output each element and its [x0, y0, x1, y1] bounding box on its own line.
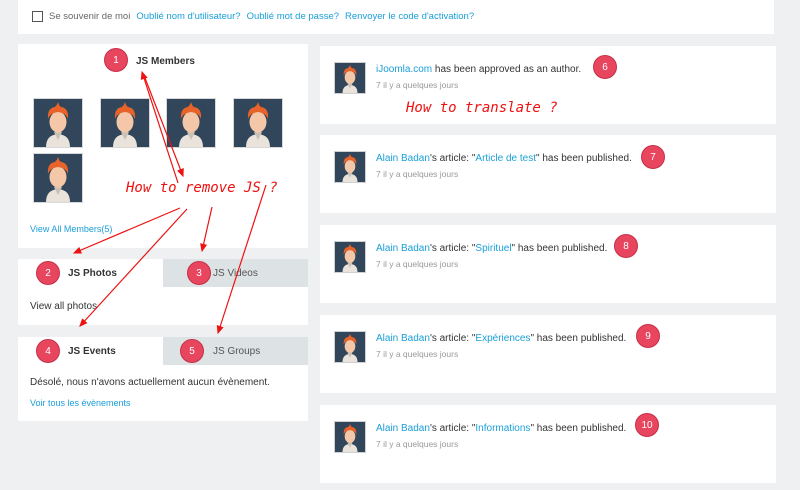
forgot-username-link[interactable]: Oublié nom d'utilisateur?: [136, 11, 240, 22]
activity-text-post: " has been published.: [511, 243, 608, 254]
actor-link[interactable]: Alain Badan: [376, 153, 430, 164]
events-panel: Désolé, nous n'avons actuellement aucun …: [18, 365, 308, 421]
actor-link[interactable]: iJoomla.com: [376, 64, 432, 75]
activity-time: 7 il y a quelques jours: [376, 349, 459, 359]
annotation-badge: 3: [187, 261, 211, 285]
actor-link[interactable]: Alain Badan: [376, 243, 430, 254]
events-tabs: JS Events JS Groups: [18, 337, 308, 365]
member-avatar-icon[interactable]: [33, 153, 83, 203]
activity-text: has been approved as an author.: [432, 64, 582, 75]
translate-annotation: How to translate ?: [406, 100, 558, 116]
actor-link[interactable]: Alain Badan: [376, 423, 430, 434]
view-all-members-link[interactable]: View All Members(5): [30, 224, 112, 234]
activity-message: iJoomla.com has been approved as an auth…: [376, 64, 581, 75]
view-all-events-link[interactable]: Voir tous les évènements: [30, 398, 131, 408]
article-link[interactable]: Article de test: [475, 153, 536, 164]
activity-message: Alain Badan's article: "Article de test"…: [376, 153, 632, 164]
annotation-badge: 4: [36, 339, 60, 363]
actor-avatar-icon[interactable]: [334, 331, 366, 363]
activity-message: Alain Badan's article: "Informations" ha…: [376, 423, 626, 434]
activity-time: 7 il y a quelques jours: [376, 439, 459, 449]
members-title: JS Members: [136, 56, 195, 67]
article-link[interactable]: Expériences: [475, 333, 530, 344]
annotation-badge: 1: [104, 48, 128, 72]
photos-panel: View all photos: [18, 287, 308, 325]
actor-link[interactable]: Alain Badan: [376, 333, 430, 344]
activity-time: 7 il y a quelques jours: [376, 169, 459, 179]
activity-text-post: " has been published.: [536, 153, 632, 164]
tab-js-photos-label: JS Photos: [68, 267, 117, 279]
actor-avatar-icon[interactable]: [334, 241, 366, 273]
activity-card: Alain Badan's article: "Expériences" has…: [320, 315, 776, 393]
members-panel: JS Members View All Members(5): [18, 44, 308, 248]
actor-avatar-icon[interactable]: [334, 421, 366, 453]
activity-text-pre: 's article: ": [429, 243, 476, 254]
member-avatar-icon[interactable]: [100, 98, 150, 148]
annotation-badge: 10: [635, 413, 659, 437]
remember-row: Se souvenir de moi Oublié nom d'utilisat…: [32, 11, 474, 22]
activity-card: Alain Badan's article: "Spirituel" has b…: [320, 225, 776, 303]
forgot-password-link[interactable]: Oublié mot de passe?: [247, 11, 339, 22]
activity-text-pre: 's article: ": [429, 153, 476, 164]
activity-message: Alain Badan's article: "Spirituel" has b…: [376, 243, 607, 254]
member-avatar-icon[interactable]: [166, 98, 216, 148]
photos-tabs: JS Photos JS Videos: [18, 259, 308, 287]
annotation-badge: 6: [593, 55, 617, 79]
activity-text-post: " has been published.: [530, 423, 627, 434]
activity-text-pre: 's article: ": [429, 333, 476, 344]
annotation-badge: 8: [614, 234, 638, 258]
article-link[interactable]: Informations: [475, 423, 530, 434]
resend-activation-link[interactable]: Renvoyer le code d'activation?: [345, 11, 474, 22]
annotation-badge: 7: [641, 145, 665, 169]
activity-text-pre: 's article: ": [429, 423, 476, 434]
activity-message: Alain Badan's article: "Expériences" has…: [376, 333, 626, 344]
view-all-photos-link[interactable]: View all photos: [30, 301, 97, 312]
activity-card: Alain Badan's article: "Article de test"…: [320, 135, 776, 213]
member-avatar-icon[interactable]: [233, 98, 283, 148]
events-empty-text: Désolé, nous n'avons actuellement aucun …: [30, 377, 270, 388]
tab-js-videos[interactable]: JS Videos: [163, 259, 308, 287]
remember-checkbox-icon[interactable]: [32, 11, 43, 22]
activity-time: 7 il y a quelques jours: [376, 259, 459, 269]
activity-card: Alain Badan's article: "Informations" ha…: [320, 405, 776, 483]
actor-avatar-icon[interactable]: [334, 62, 366, 94]
remember-label: Se souvenir de moi: [49, 11, 131, 22]
login-options-bar: Se souvenir de moi Oublié nom d'utilisat…: [18, 0, 774, 34]
remove-js-annotation: How to remove JS ?: [126, 180, 278, 196]
annotation-badge: 9: [636, 324, 660, 348]
actor-avatar-icon[interactable]: [334, 151, 366, 183]
activity-time: 7 il y a quelques jours: [376, 80, 459, 90]
tab-js-groups-label: JS Groups: [213, 345, 261, 357]
article-link[interactable]: Spirituel: [475, 243, 511, 254]
member-avatar-icon[interactable]: [33, 98, 83, 148]
annotation-badge: 5: [180, 339, 204, 363]
activity-text-post: " has been published.: [530, 333, 627, 344]
tab-js-events-label: JS Events: [68, 345, 116, 357]
annotation-badge: 2: [36, 261, 60, 285]
